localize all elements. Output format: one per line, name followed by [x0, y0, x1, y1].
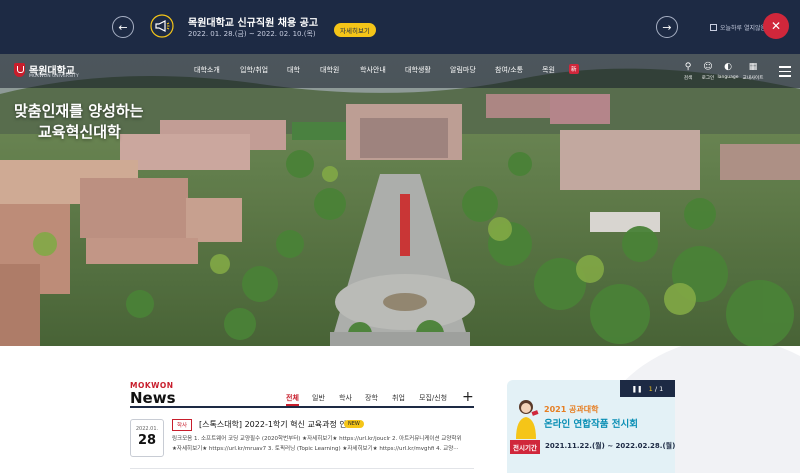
- campus-sites-button[interactable]: ▦ 교내사이트: [738, 62, 768, 81]
- tab-general[interactable]: 일반: [312, 393, 325, 403]
- arrow-right-icon: →: [662, 20, 672, 34]
- today-close-label: 오늘하루 열지않음: [720, 25, 767, 32]
- sitemap-icon: ▦: [748, 62, 758, 72]
- popup-current: 1: [648, 384, 653, 393]
- person-illustration-icon: [516, 400, 539, 439]
- popup-controls[interactable]: ❚❚ 1 / 1: [620, 380, 675, 397]
- notice-more-button[interactable]: 자세히보기: [334, 23, 376, 37]
- today-close-checkbox[interactable]: 오늘하루 열지않음: [710, 23, 766, 32]
- popup-separator: /: [654, 384, 658, 393]
- shield-logo-icon: [14, 62, 25, 77]
- news-item-summary[interactable]: 링크모음 1. 소프트웨어 코딩 교양필수 (2020학번부터) ★자세히보기★…: [172, 434, 472, 454]
- tab-academic[interactable]: 학사: [339, 393, 352, 403]
- pause-icon[interactable]: ❚❚: [632, 385, 643, 393]
- main-nav: 목원대학교 MOKWON UNIVERSITY 대학소개 입학/취업 대학 대학…: [0, 54, 800, 88]
- tab-employment[interactable]: 취업: [392, 393, 405, 403]
- plus-icon: +: [462, 389, 474, 405]
- hero-slogan-line2: 교육혁신대학: [38, 123, 121, 141]
- megaphone-icon: [150, 14, 174, 38]
- banner-prev-button[interactable]: ←: [112, 16, 134, 38]
- hero-slogan-line1: 맞춤인재를 양성하는: [14, 102, 144, 120]
- event-year-label: 2021 공과대학: [544, 405, 599, 414]
- checkbox-icon[interactable]: [710, 24, 717, 31]
- banner-close-button[interactable]: ✕: [763, 13, 789, 39]
- logo-subtitle: MOKWON UNIVERSITY: [29, 74, 79, 79]
- nav-item-mokwon[interactable]: 목원: [542, 65, 555, 75]
- close-icon: ✕: [770, 19, 782, 33]
- tab-recruit[interactable]: 모집/신청: [419, 393, 447, 403]
- news-date-box: 2022.01. 28: [130, 419, 164, 457]
- campus-sites-label: 교내사이트: [742, 76, 764, 81]
- nav-item-academic[interactable]: 학사안내: [360, 65, 386, 75]
- notice-title[interactable]: 목원대학교 신규직원 채용 공고: [188, 14, 318, 29]
- tab-scholarship[interactable]: 장학: [365, 393, 378, 403]
- nav-item-admission[interactable]: 입학/취업: [240, 65, 268, 75]
- new-badge: 新: [569, 64, 579, 74]
- banner-next-button[interactable]: →: [656, 16, 678, 38]
- news-item-title[interactable]: [스톡스대학] 2022-1학기 혁신 교육과정 안내: [199, 419, 354, 430]
- event-title: 온라인 연합작품 전시회: [544, 419, 639, 430]
- arrow-left-icon: ←: [118, 20, 128, 34]
- news-summary-line2: ★자세히보기★ https://url.kr/mruav7 3. 토픽러닝 (T…: [172, 446, 459, 452]
- news-day: 28: [137, 433, 157, 448]
- notice-banner: ← 목원대학교 신규직원 채용 공고 2022. 01. 28.(금) ~ 20…: [0, 0, 800, 54]
- nav-item-college[interactable]: 대학: [287, 65, 300, 75]
- event-period: 2021.11.22.(월) ~ 2022.02.28.(월): [545, 442, 676, 450]
- news-summary-line1: 링크모음 1. 소프트웨어 코딩 교양필수 (2020학번부터) ★자세히보기★…: [172, 436, 462, 442]
- news-row-divider: [130, 468, 474, 469]
- news-year-month: 2022.01.: [135, 426, 159, 432]
- nav-item-participation[interactable]: 참여/소통: [495, 65, 523, 75]
- event-period-tag: 전시기간: [510, 440, 540, 454]
- news-title: News: [130, 389, 176, 407]
- nav-item-notice[interactable]: 알림마당: [450, 65, 476, 75]
- nav-item-graduate[interactable]: 대학원: [320, 65, 339, 75]
- news-new-badge: NEW: [344, 420, 364, 428]
- news-more-button[interactable]: +: [462, 389, 474, 405]
- tab-all[interactable]: 전체: [286, 393, 299, 406]
- notice-date: 2022. 01. 28.(금) ~ 2022. 02. 10.(목): [188, 30, 316, 38]
- hero-campus-image: [0, 54, 800, 346]
- popup-total: 1: [659, 384, 664, 393]
- nav-item-campus-life[interactable]: 대학생활: [405, 65, 431, 75]
- menu-icon[interactable]: [779, 66, 791, 80]
- news-category-tag: 학사: [172, 419, 193, 431]
- nav-item-about[interactable]: 대학소개: [194, 65, 220, 75]
- news-divider: [130, 406, 474, 408]
